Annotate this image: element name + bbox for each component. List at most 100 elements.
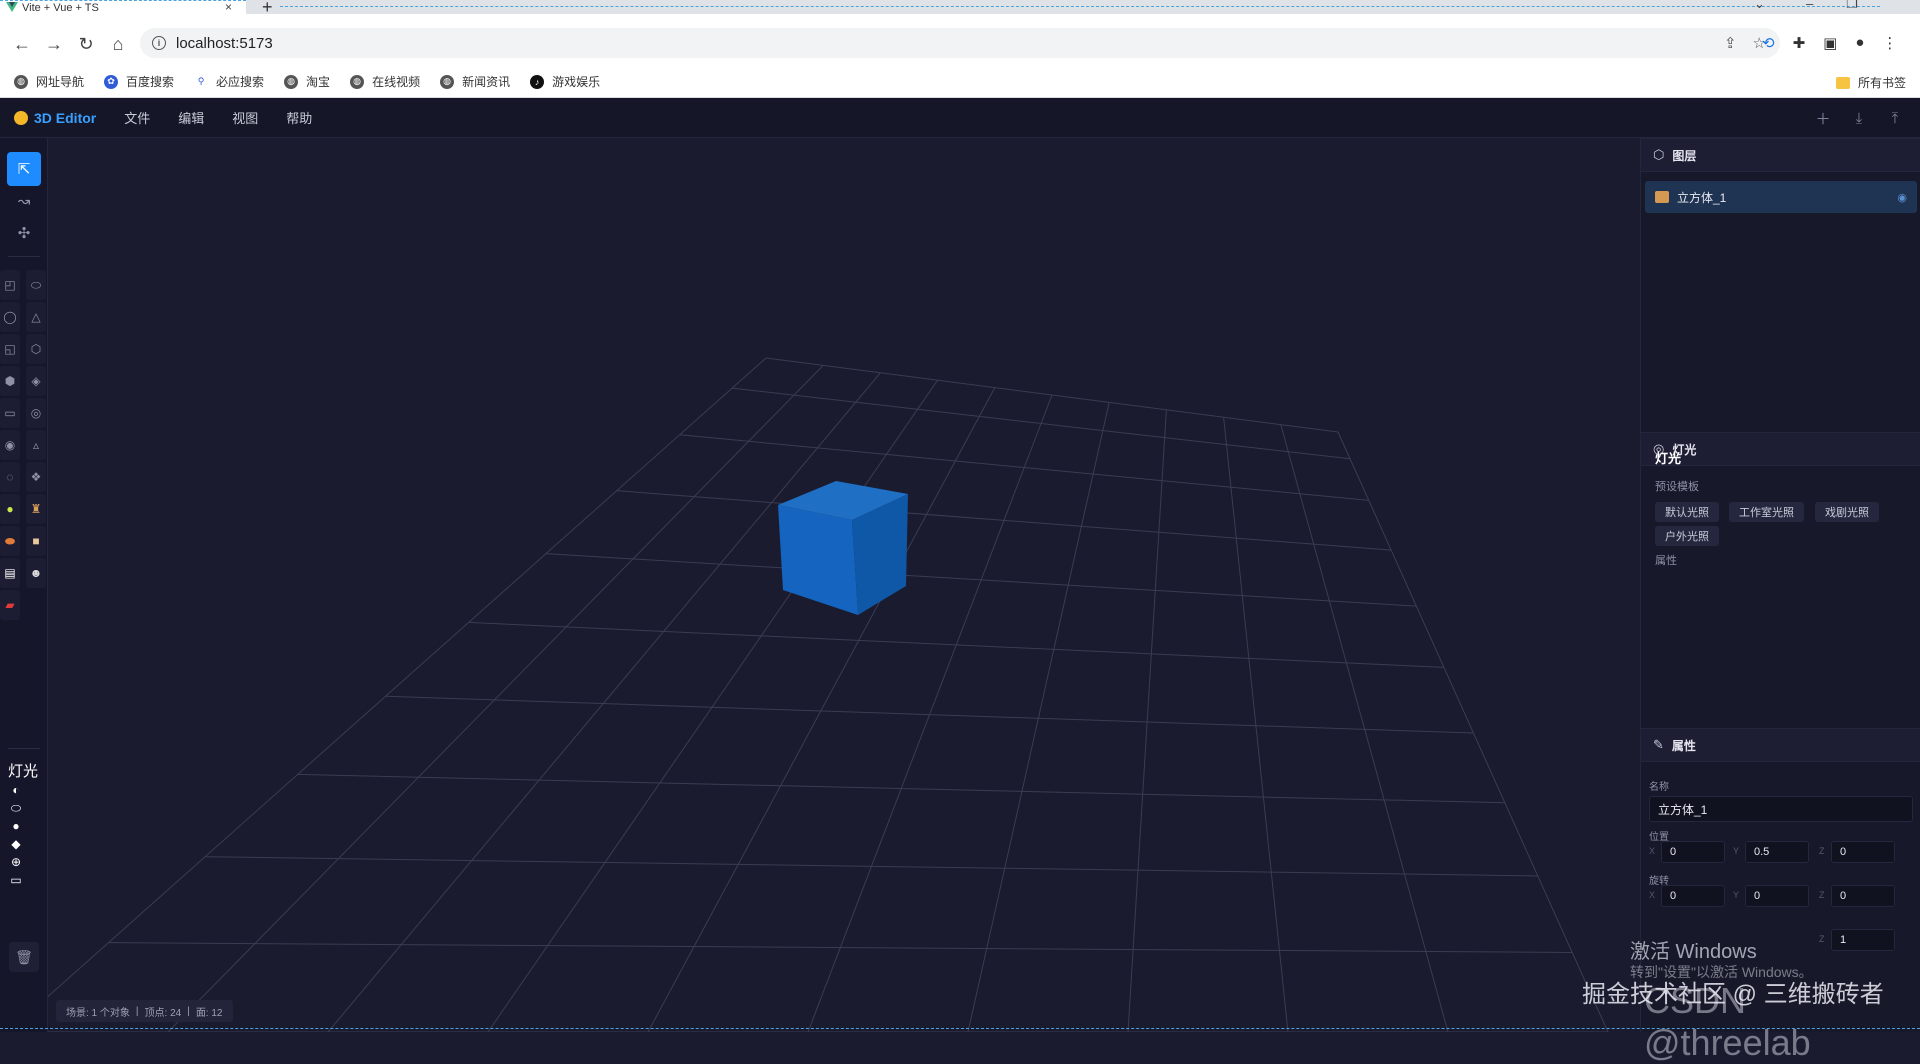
browser-toolbar: ← → ↻ ⌂ i localhost:5173 ⇪ ☆ ⟲ ✚ ▣ ● ⋮ [0,14,1920,72]
preset-default-button[interactable]: 默认光照 [1655,502,1719,522]
menu-edit[interactable]: 编辑 [178,108,204,127]
model-crate-button[interactable]: ■ [26,526,46,556]
menu-view[interactable]: 视图 [232,108,258,127]
status-objects: 场景: 1 个对象 [66,1007,130,1019]
model-robot-button[interactable]: ☻ [26,558,46,588]
shape-sphere-button[interactable]: ◯ [0,302,20,332]
forward-icon[interactable]: → [42,32,66,56]
grid-line [385,695,1474,734]
bookmark-item[interactable]: ◍ 淘宝 [284,73,330,90]
minimize-icon[interactable]: – [1806,0,1813,11]
transform-tool-button[interactable]: ✣ [7,216,41,250]
rotation-z-input[interactable]: 0 [1831,885,1895,907]
position-y-input[interactable]: 0.5 [1745,841,1809,863]
reload-icon[interactable]: ↻ [74,32,98,56]
all-bookmarks[interactable]: 所有书签 [1835,74,1906,91]
object-name-input[interactable]: 立方体_1 [1649,796,1913,822]
toolbar-divider [8,748,40,749]
status-separator: | [187,1005,190,1017]
shape-capsule-button[interactable]: ⬭ [26,270,46,300]
select-cursor-icon: ⇱ [17,161,31,178]
toolbar-divider [8,256,40,257]
bookmark-item[interactable]: ◍ 在线视频 [350,73,420,90]
visibility-eye-icon[interactable]: ◉ [1897,191,1907,204]
model-tv-button[interactable]: ▤ [0,558,20,588]
spot-light-icon[interactable]: ◆ [8,836,24,852]
shape-tetra-button[interactable]: ▵ [26,430,46,460]
model-chair-button[interactable]: ♜ [26,494,46,524]
profile-avatar[interactable]: ● [1855,34,1864,52]
rotation-x-input[interactable]: 0 [1661,885,1725,907]
move-tool-button[interactable]: ↝ [7,184,41,218]
bookmark-label: 游戏娱乐 [552,75,601,89]
menu-file[interactable]: 文件 [124,108,150,127]
bookmark-item[interactable]: ♪ 游戏娱乐 [530,73,600,90]
add-icon[interactable]: ＋ [1808,104,1838,132]
shape-circle-button[interactable]: ◉ [0,430,20,460]
rotation-y-input[interactable]: 0 [1745,885,1809,907]
delete-button[interactable]: 🗑 [9,942,39,972]
cube-face[interactable] [778,505,858,615]
preset-outdoor-button[interactable]: 户外光照 [1655,526,1719,546]
restore-icon[interactable]: ❐ [1846,0,1858,12]
share-icon[interactable]: ⇪ [1724,34,1737,52]
shape-hexagon-button[interactable]: ⬢ [0,366,20,396]
extensions-icon[interactable]: ✚ [1793,34,1806,52]
globe-icon: ◍ [350,74,365,89]
browser-menu-icon[interactable]: ⋮ [1882,34,1897,52]
directional-light-icon[interactable]: ⊕ [8,854,24,870]
area-light-icon[interactable]: ▭ [8,872,24,888]
export-icon[interactable]: ⤒ [1880,104,1910,132]
shape-box-button[interactable]: ◱ [0,334,20,364]
shape-torus-button[interactable]: ◎ [26,398,46,428]
folder-icon [1835,76,1850,89]
hemisphere-light-icon[interactable]: ⬭ [8,800,24,816]
back-icon[interactable]: ← [10,32,34,56]
shape-ring-button[interactable]: ◌ [0,462,20,492]
browser-tab[interactable]: Vite + Vue + TS × [0,0,246,14]
shape-plane-button[interactable]: ▭ [0,398,20,428]
bookmark-item[interactable]: ⚲ 必应搜索 [194,73,264,90]
tab-title: Vite + Vue + TS [22,1,99,14]
lights-header: ◎ 灯光 [1641,432,1920,466]
layer-item[interactable]: 立方体_1 ◉ [1645,181,1917,213]
position-x-input[interactable]: 0 [1661,841,1725,863]
shape-octahedron-button[interactable]: ◈ [26,366,46,396]
select-tool-button[interactable]: ⇱ [7,152,41,186]
shape-cube-button[interactable]: ◰ [0,270,20,300]
preset-label: 预设模板 [1655,481,1699,493]
3d-viewport[interactable]: 场景: 1 个对象 | 顶点: 24 | 面: 12 [48,138,1640,1032]
grid-line [48,357,767,998]
address-bar[interactable]: i localhost:5173 ⇪ ☆ [140,28,1780,58]
model-tennis-button[interactable]: ● [0,494,20,524]
model-car-button[interactable]: ▰ [0,590,20,620]
baidu-icon: ✿ [104,74,119,89]
preset-studio-button[interactable]: 工作室光照 [1729,502,1804,522]
site-info-icon[interactable]: i [152,36,166,50]
point-light-icon[interactable]: ● [8,818,24,834]
bookmark-item[interactable]: ◍ 新闻资讯 [440,73,510,90]
scene-canvas[interactable] [48,138,1640,1032]
grid-line [108,942,1573,953]
cube-object[interactable] [778,481,908,615]
import-icon[interactable]: ⤓ [1844,104,1874,132]
bookmark-label: 百度搜索 [126,75,175,89]
shape-polyhedron-button[interactable]: ⬡ [26,334,46,364]
bookmark-item[interactable]: ✿ 百度搜索 [104,73,174,90]
sync-icon[interactable]: ⟲ [1762,34,1775,52]
bookmark-label: 网址导航 [36,75,85,89]
tab-close-icon[interactable]: × [225,0,232,14]
ambient-light-icon[interactable]: ◐ [8,782,24,798]
scale-z-input[interactable]: 1 [1831,929,1895,951]
shape-cone-button[interactable]: △ [26,302,46,332]
model-sofa-button[interactable]: ⬬ [0,526,20,556]
menu-help[interactable]: 帮助 [286,108,312,127]
home-icon[interactable]: ⌂ [106,32,130,56]
preset-dramatic-button[interactable]: 戏剧光照 [1815,502,1879,522]
position-z-input[interactable]: 0 [1831,841,1895,863]
sidepanel-icon[interactable]: ▣ [1823,34,1837,52]
bookmark-item[interactable]: ◍ 网址导航 [14,73,84,90]
axis-z-label: Z [1819,846,1825,856]
tab-search-icon[interactable]: ⌄ [1754,0,1765,12]
shape-knot-button[interactable]: ❖ [26,462,46,492]
